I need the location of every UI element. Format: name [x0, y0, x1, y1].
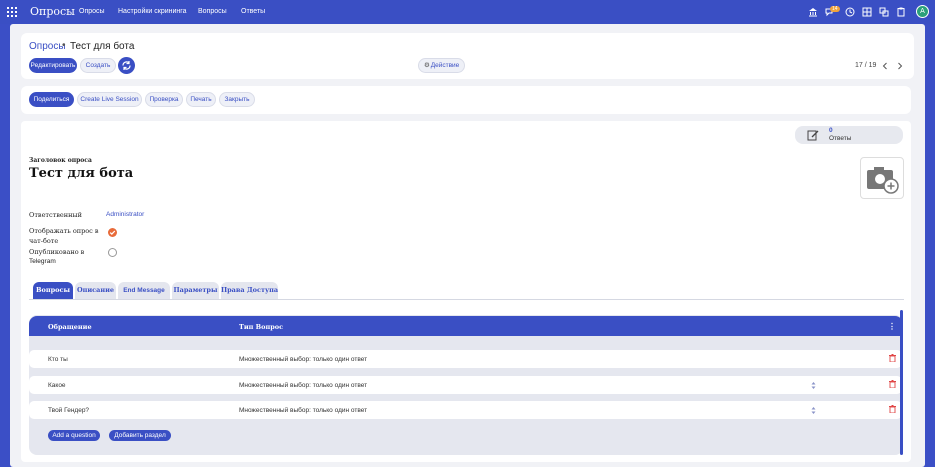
add-section-button[interactable]: Добавить раздел — [109, 430, 171, 441]
show-in-chat-label-line2: чат-боте — [29, 237, 59, 245]
clipboard-icon[interactable] — [896, 7, 906, 17]
answers-label: Ответы — [829, 135, 852, 142]
column-header-title[interactable]: Обращение — [48, 323, 92, 331]
chevron-right-icon[interactable] — [896, 62, 904, 70]
tab-end-message[interactable]: End Message — [118, 282, 170, 299]
refresh-icon — [122, 61, 131, 70]
image-upload[interactable] — [860, 157, 904, 199]
grid-icon[interactable] — [862, 7, 872, 17]
trash-icon[interactable] — [889, 405, 896, 413]
published-label-line1: Опубликовано в — [29, 248, 85, 256]
tab-description[interactable]: Описание — [75, 282, 116, 299]
control-panel — [21, 33, 914, 79]
tab-parameters[interactable]: Параметры — [172, 282, 219, 299]
drag-handle-icon[interactable] — [810, 382, 817, 389]
drag-handle-icon[interactable] — [810, 407, 817, 414]
menu-item-answers[interactable]: Ответы — [241, 8, 265, 15]
show-in-chat-label-line1: Отображать опрос в — [29, 227, 99, 235]
test-button[interactable]: Проверка — [145, 92, 183, 107]
menu-item-screening-settings[interactable]: Настройки скрининга — [118, 8, 187, 15]
column-header-type[interactable]: Тип Вопрос — [239, 323, 283, 331]
apps-menu-icon[interactable] — [7, 7, 17, 17]
tabs-divider — [29, 299, 904, 300]
breadcrumb-separator: • — [62, 40, 66, 51]
survey-title-label: Заголовок опроса — [29, 157, 92, 164]
top-navbar: Опросы Опросы Настройки скрининга Вопрос… — [0, 0, 935, 24]
menu-item-questions[interactable]: Вопросы — [198, 8, 227, 15]
table-row[interactable]: Твой Гендер? Множественный выбор: только… — [29, 401, 902, 419]
published-label-line2: Telegram — [29, 258, 56, 265]
tab-access-rights[interactable]: Права Доступа — [221, 282, 278, 299]
row-type: Множественный выбор: только один ответ — [239, 382, 368, 389]
bank-icon[interactable] — [808, 7, 818, 17]
survey-title[interactable]: Тест для бота — [29, 166, 133, 181]
breadcrumb-current: Тест для бота — [70, 41, 135, 52]
answers-count: 0 — [829, 127, 833, 134]
app-brand[interactable]: Опросы — [30, 5, 75, 18]
table-scrollbar[interactable] — [900, 310, 903, 455]
breadcrumb-parent[interactable]: Опросы — [29, 41, 66, 52]
action-menu-label: Действие — [430, 62, 460, 69]
menu-item-surveys[interactable]: Опросы — [79, 8, 105, 15]
edit-button[interactable]: Редактировать — [29, 58, 77, 73]
published-label: Опубликовано в Telegram — [29, 247, 84, 267]
row-type: Множественный выбор: только один ответ — [239, 356, 368, 363]
row-title: Какое — [48, 382, 66, 389]
share-button[interactable]: Поделиться — [29, 92, 74, 107]
responsible-label: Ответственный — [29, 211, 82, 219]
tab-questions[interactable]: Вопросы — [33, 282, 73, 299]
trash-icon[interactable] — [889, 380, 896, 388]
clock-icon[interactable] — [845, 7, 855, 17]
layers-icon[interactable] — [879, 7, 889, 17]
row-title: Твой Гендер? — [48, 407, 90, 414]
user-avatar[interactable]: A — [916, 5, 929, 18]
show-in-chat-checkbox[interactable] — [108, 228, 117, 237]
create-live-session-button[interactable]: Create Live Session — [77, 92, 142, 107]
gear-icon: ⚙ — [424, 62, 430, 69]
table-row[interactable]: Кто ты Множественный выбор: только один … — [29, 350, 902, 368]
published-checkbox[interactable] — [108, 248, 117, 257]
check-icon — [109, 230, 116, 235]
notification-badge: 14 — [830, 6, 840, 12]
chevron-left-icon[interactable] — [881, 62, 889, 70]
show-in-chat-label: Отображать опрос в чат-боте — [29, 226, 99, 246]
row-title: Кто ты — [48, 356, 68, 363]
pager-value[interactable]: 17 / 19 — [855, 62, 876, 69]
action-menu-button[interactable]: ⚙ Действие — [418, 58, 465, 73]
trash-icon[interactable] — [889, 354, 896, 362]
sync-button[interactable] — [118, 57, 135, 74]
table-row[interactable]: Какое Множественный выбор: только один о… — [29, 376, 902, 394]
create-button[interactable]: Создать — [80, 58, 116, 73]
row-type: Множественный выбор: только один ответ — [239, 407, 368, 414]
add-question-button[interactable]: Add a question — [48, 430, 100, 441]
responsible-value[interactable]: Administrator — [106, 211, 144, 218]
close-button[interactable]: Закрыть — [219, 92, 255, 107]
camera-add-icon — [867, 167, 899, 194]
edit-icon — [807, 130, 819, 141]
table-header: Обращение Тип Вопрос ⋮ — [29, 316, 903, 336]
column-options-icon[interactable]: ⋮ — [888, 321, 896, 331]
print-button[interactable]: Печать — [186, 92, 216, 107]
